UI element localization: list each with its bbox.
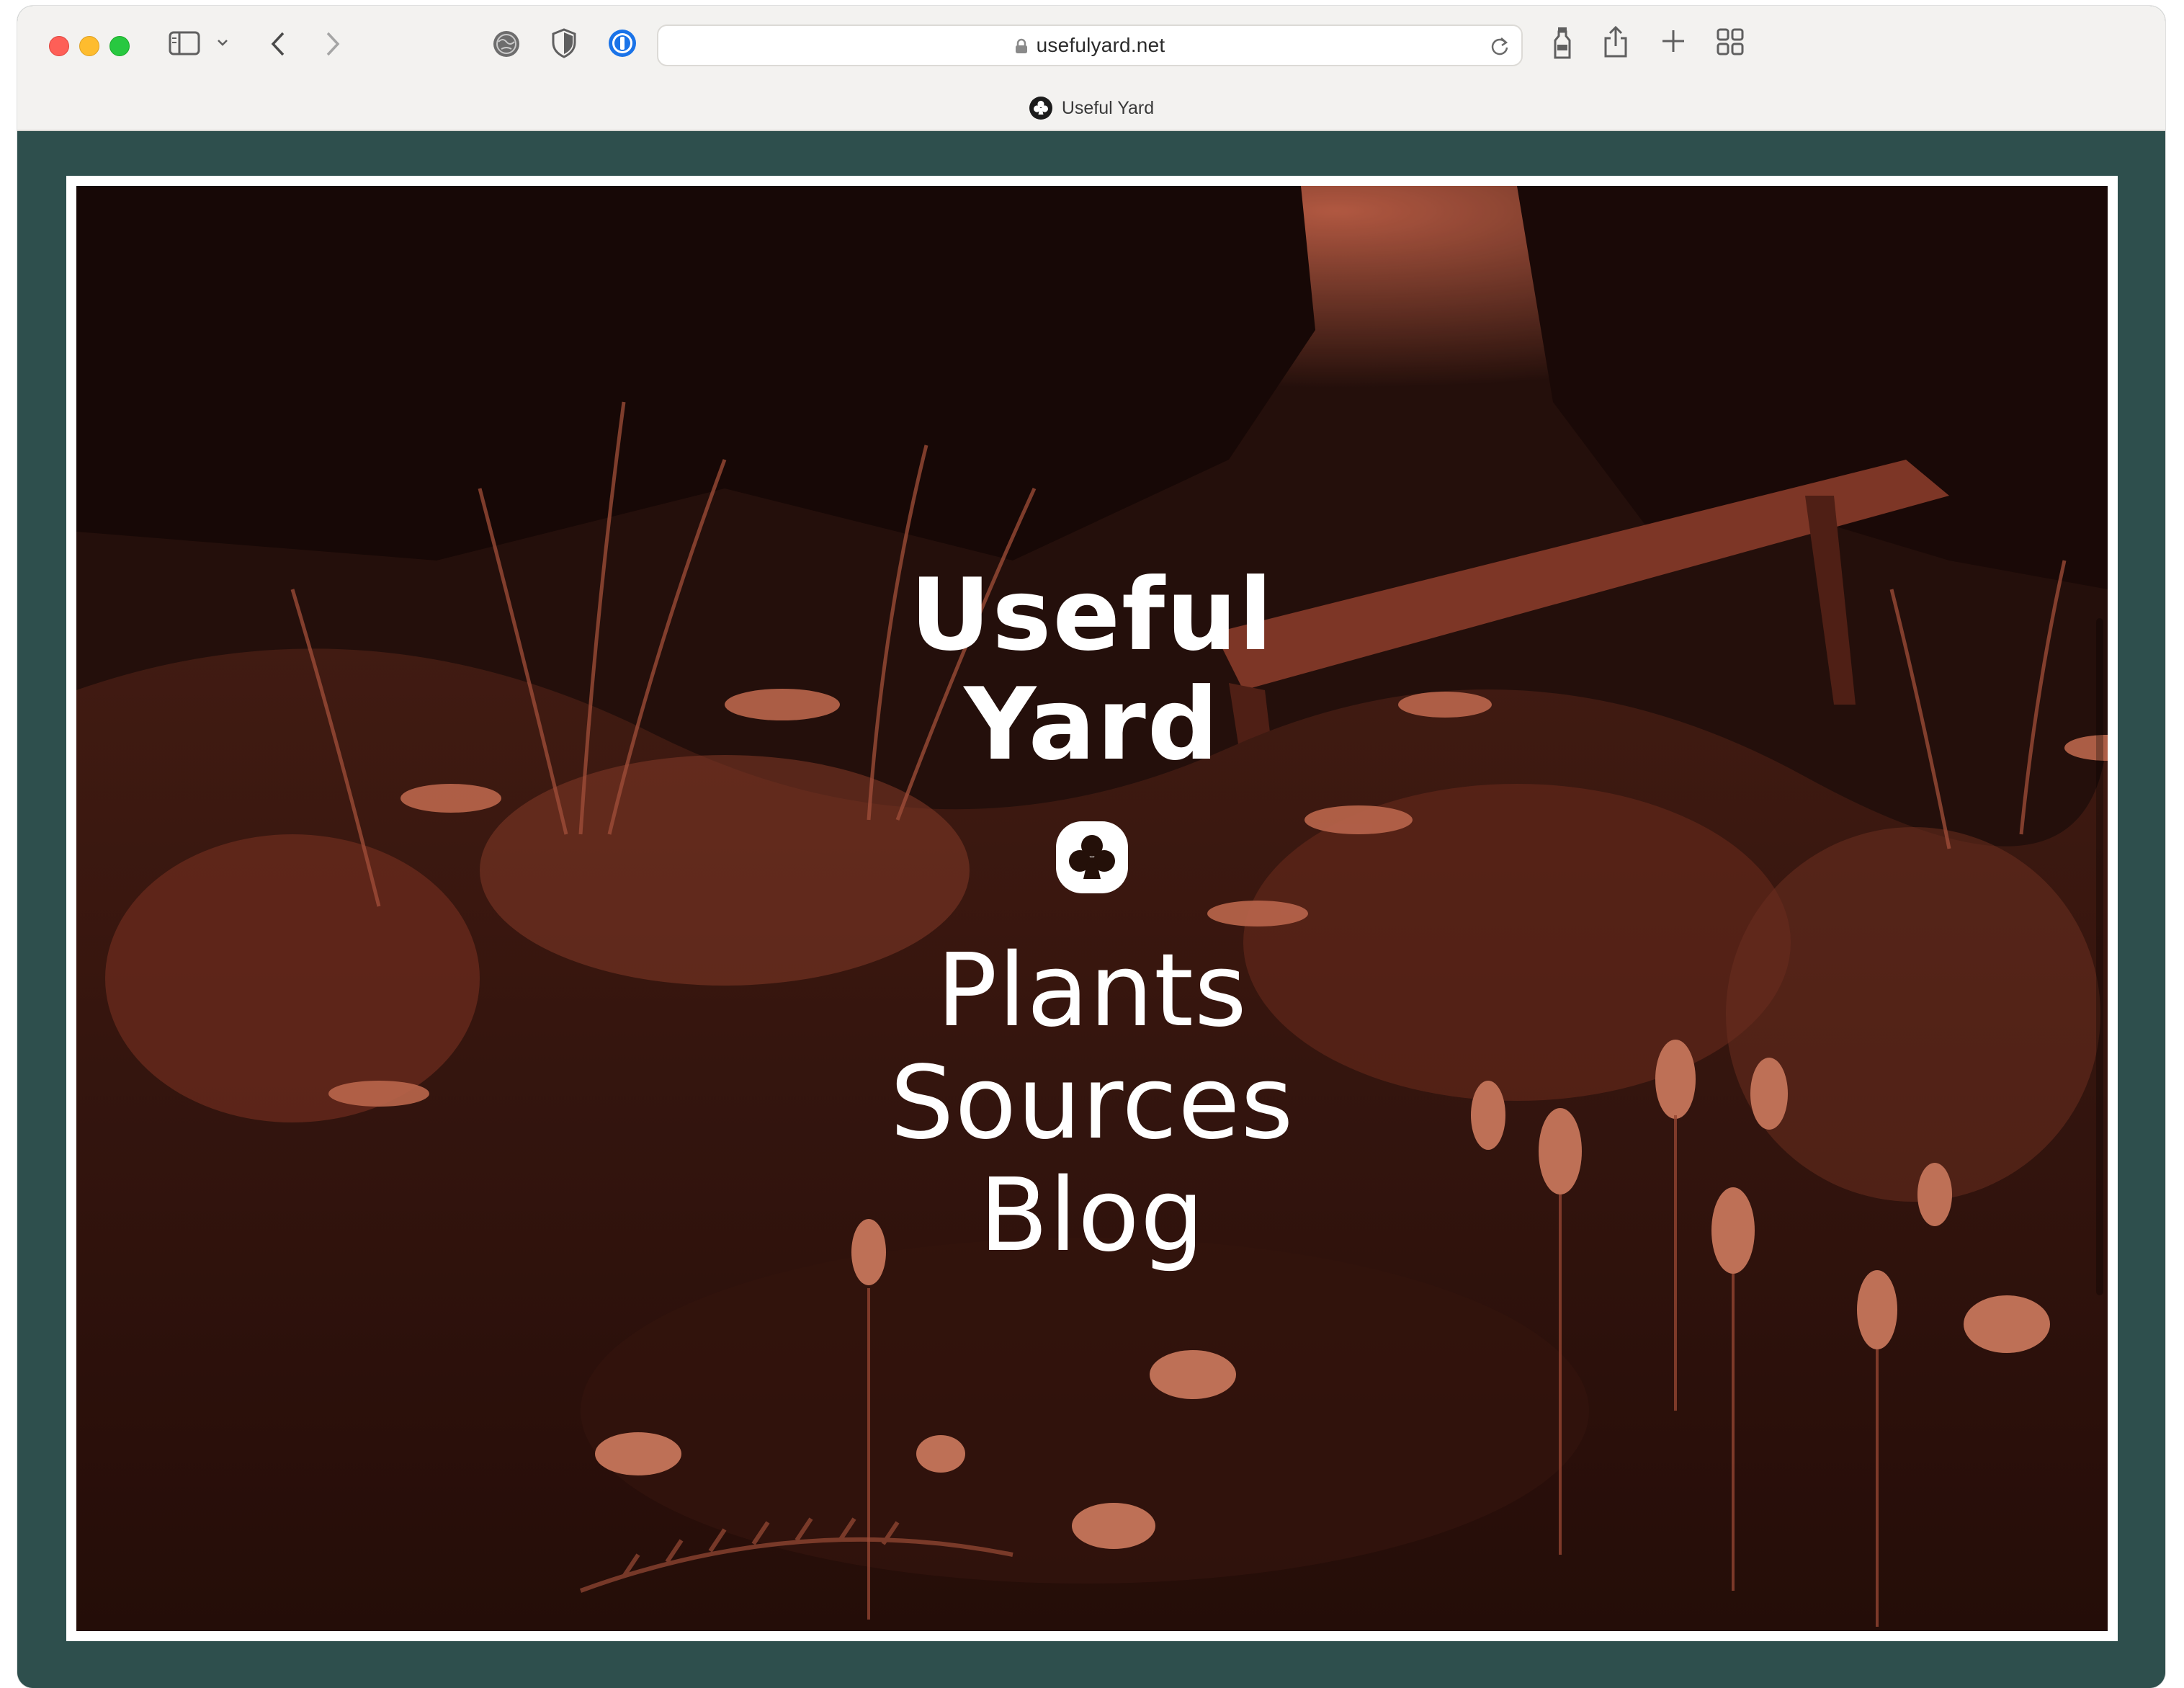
minimize-window-button[interactable] xyxy=(79,36,99,56)
nav-link-blog[interactable]: Blog xyxy=(979,1160,1204,1272)
chevron-down-icon[interactable] xyxy=(216,37,229,48)
tab-title: Useful Yard xyxy=(1061,97,1155,118)
browser-toolbar: usefulyard.net Useful Yard xyxy=(17,6,2165,131)
browser-window: usefulyard.net Useful Yard Useful Yard P… xyxy=(17,6,2165,1688)
address-bar[interactable]: usefulyard.net xyxy=(657,24,1523,66)
nav-link-sources[interactable]: Sources xyxy=(890,1048,1294,1160)
garden-photo-image xyxy=(76,186,2108,1631)
club-icon xyxy=(1056,821,1128,893)
site-title-line1: Useful xyxy=(910,557,1274,673)
chevron-right-icon[interactable] xyxy=(323,30,341,58)
sidebar-icon[interactable] xyxy=(169,30,200,56)
globe-icon[interactable] xyxy=(491,29,522,59)
hero-frame: Useful Yard Plants Sources Blog xyxy=(66,176,2118,1641)
bottle-icon[interactable] xyxy=(1552,26,1573,61)
club-favicon-icon xyxy=(1029,97,1052,120)
site-title-line2: Yard xyxy=(964,666,1220,782)
url-text: usefulyard.net xyxy=(1036,34,1165,56)
grid-icon[interactable] xyxy=(1716,27,1745,56)
site-title[interactable]: Useful Yard xyxy=(76,561,2108,780)
main-nav: Plants Sources Blog xyxy=(76,935,2108,1272)
scrollbar[interactable] xyxy=(2096,618,2103,1295)
hero-garden-photo: Useful Yard Plants Sources Blog xyxy=(76,186,2108,1631)
page-content: Useful Yard Plants Sources Blog xyxy=(17,131,2165,1688)
shield-icon[interactable] xyxy=(550,27,578,59)
nav-link-plants[interactable]: Plants xyxy=(936,935,1248,1048)
plus-icon[interactable] xyxy=(1660,27,1687,55)
share-icon[interactable] xyxy=(1602,24,1629,59)
password-manager-icon[interactable] xyxy=(607,27,638,59)
chevron-left-icon[interactable] xyxy=(269,30,288,58)
reload-icon[interactable] xyxy=(1490,36,1510,60)
close-window-button[interactable] xyxy=(49,36,69,56)
active-tab[interactable]: Useful Yard xyxy=(17,92,2165,124)
lock-icon xyxy=(1015,38,1027,53)
zoom-window-button[interactable] xyxy=(109,36,130,56)
